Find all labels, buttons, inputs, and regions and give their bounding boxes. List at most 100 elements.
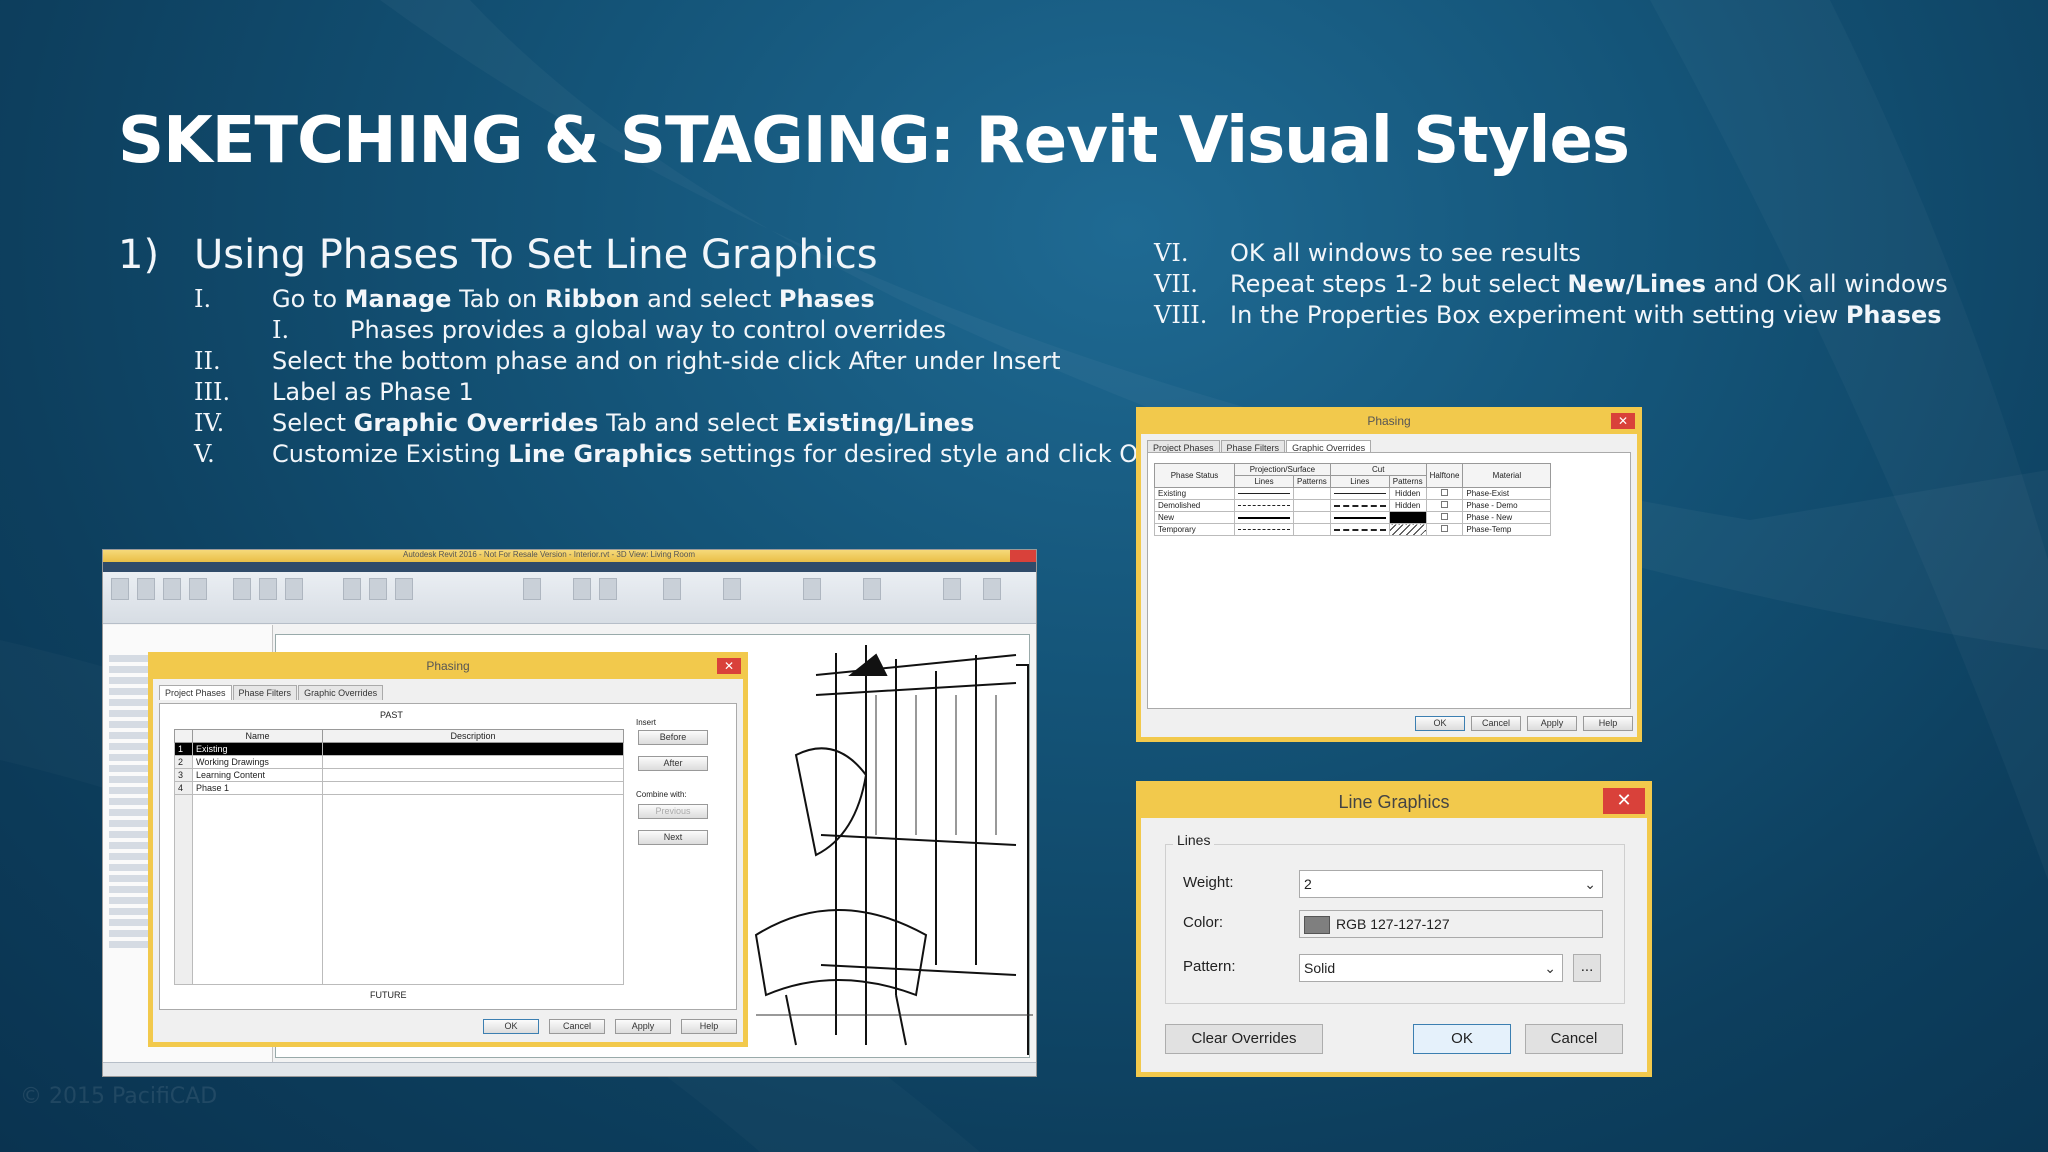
- table-row[interactable]: Temporary Phase-Temp: [1154, 523, 1552, 536]
- cancel-button[interactable]: Cancel: [549, 1019, 605, 1034]
- revit-ribbon: [103, 562, 1036, 624]
- ribbon-tool-icon[interactable]: [189, 578, 207, 600]
- revit-close-icon[interactable]: [1010, 550, 1036, 562]
- help-button[interactable]: Help: [1583, 716, 1633, 731]
- future-label: FUTURE: [370, 990, 407, 1000]
- step-number: VIII.: [1154, 301, 1208, 329]
- table-row[interactable]: 4 Phase 1: [174, 781, 624, 795]
- diagonal-hatch-pattern[interactable]: [1388, 523, 1427, 536]
- graphic-overrides-panel: Phase Status Projection/Surface Cut Half…: [1147, 452, 1631, 709]
- phasing-dialog-project-phases: Phasing ✕ Project Phases Phase Filters G…: [148, 652, 748, 1047]
- halftone-checkbox[interactable]: [1440, 513, 1448, 520]
- ribbon-tool-icon[interactable]: [395, 578, 413, 600]
- step-number: I.: [272, 316, 290, 344]
- table-empty-area: [174, 794, 624, 985]
- lines-group-label: Lines: [1173, 832, 1215, 848]
- step-number: V.: [194, 440, 215, 468]
- color-button[interactable]: RGB 127-127-127: [1299, 910, 1603, 938]
- step-number: VI.: [1154, 239, 1189, 267]
- line-sample[interactable]: [1329, 511, 1390, 524]
- table-row[interactable]: New Phase - New: [1154, 511, 1552, 524]
- ribbon-tool-icon[interactable]: [259, 578, 277, 600]
- ribbon-tool-icon[interactable]: [943, 578, 961, 600]
- halftone-checkbox[interactable]: [1440, 525, 1448, 532]
- close-icon[interactable]: ✕: [717, 658, 741, 674]
- step-text: Repeat steps 1-2 but select New/Lines an…: [1230, 270, 1948, 298]
- table-row[interactable]: 1 Existing: [174, 742, 624, 756]
- ribbon-tool-icon[interactable]: [343, 578, 361, 600]
- table-row[interactable]: Demolished Hidden Phase - Demo: [1154, 499, 1552, 512]
- step-number: I.: [194, 285, 212, 313]
- halftone-checkbox[interactable]: [1440, 501, 1448, 508]
- close-icon[interactable]: ✕: [1611, 413, 1635, 429]
- tab-graphic-overrides[interactable]: Graphic Overrides: [298, 685, 384, 700]
- ribbon-tool-icon[interactable]: [369, 578, 387, 600]
- previous-button[interactable]: Previous: [638, 804, 708, 819]
- revit-status-bar: [103, 1062, 1036, 1076]
- ok-button[interactable]: OK: [483, 1019, 539, 1034]
- ok-button[interactable]: OK: [1415, 716, 1465, 731]
- cancel-button[interactable]: Cancel: [1525, 1024, 1623, 1054]
- ribbon-phases-icon[interactable]: [523, 578, 541, 600]
- steps-left: 1) Using Phases To Set Line Graphics I. …: [118, 232, 1154, 470]
- color-swatch: [1304, 916, 1330, 935]
- line-sample[interactable]: [1234, 499, 1294, 512]
- pattern-select[interactable]: Solid ⌄: [1299, 954, 1563, 982]
- after-button[interactable]: After: [638, 756, 708, 771]
- cancel-button[interactable]: Cancel: [1471, 716, 1521, 731]
- tab-bar: Project Phases Phase Filters Graphic Ove…: [159, 685, 737, 700]
- tab-phase-filters[interactable]: Phase Filters: [232, 685, 298, 700]
- column-header-description: Description: [322, 729, 624, 743]
- step-number: III.: [194, 378, 231, 406]
- step-number: IV.: [194, 409, 225, 437]
- ribbon-tool-icon[interactable]: [863, 578, 881, 600]
- combine-label: Combine with:: [636, 790, 687, 799]
- ribbon-tool-icon[interactable]: [573, 578, 591, 600]
- ribbon-tool-icon[interactable]: [137, 578, 155, 600]
- line-sample[interactable]: [1234, 523, 1294, 536]
- solid-fill-pattern[interactable]: [1388, 511, 1427, 524]
- line-sample[interactable]: [1234, 487, 1294, 500]
- revit-window-title: Autodesk Revit 2016 - Not For Resale Ver…: [403, 550, 695, 559]
- ribbon-tool-icon[interactable]: [233, 578, 251, 600]
- close-icon[interactable]: ✕: [1603, 788, 1645, 814]
- step-item: IV. Select Graphic Overrides Tab and sel…: [194, 408, 1154, 439]
- apply-button[interactable]: Apply: [615, 1019, 671, 1034]
- line-sample[interactable]: [1234, 511, 1294, 524]
- halftone-checkbox[interactable]: [1440, 489, 1448, 496]
- line-sample[interactable]: [1329, 499, 1390, 512]
- ribbon-tool-icon[interactable]: [163, 578, 181, 600]
- ribbon-tool-icon[interactable]: [723, 578, 741, 600]
- table-row[interactable]: 2 Working Drawings: [174, 755, 624, 769]
- step-item: VIII. In the Properties Box experiment w…: [1154, 300, 1948, 331]
- table-row[interactable]: 3 Learning Content: [174, 768, 624, 782]
- dialog-title: Phasing ✕: [153, 657, 743, 679]
- ribbon-tool-icon[interactable]: [285, 578, 303, 600]
- ribbon-tool-icon[interactable]: [983, 578, 1001, 600]
- line-sample[interactable]: [1329, 487, 1390, 500]
- tab-project-phases[interactable]: Project Phases: [159, 685, 232, 700]
- step-text: In the Properties Box experiment with se…: [1230, 301, 1942, 329]
- step-number: VII.: [1154, 270, 1198, 298]
- past-label: PAST: [380, 710, 403, 720]
- pattern-browse-button[interactable]: ...: [1573, 954, 1601, 982]
- column-header-projection: Projection/Surface: [1234, 463, 1331, 476]
- line-graphics-dialog: Line Graphics ✕ Lines Weight: 2 ⌄ Color:…: [1136, 781, 1652, 1077]
- apply-button[interactable]: Apply: [1527, 716, 1577, 731]
- table-row[interactable]: Existing Hidden Phase-Exist: [1154, 487, 1552, 500]
- weight-select[interactable]: 2 ⌄: [1299, 870, 1603, 898]
- substep-item: I. Phases provides a global way to contr…: [272, 315, 1154, 346]
- insert-label: Insert: [636, 718, 657, 727]
- ribbon-tool-icon[interactable]: [599, 578, 617, 600]
- help-button[interactable]: Help: [681, 1019, 737, 1034]
- ribbon-modify-icon[interactable]: [111, 578, 129, 600]
- ribbon-tool-icon[interactable]: [803, 578, 821, 600]
- line-sample[interactable]: [1329, 523, 1390, 536]
- ribbon-tool-icon[interactable]: [663, 578, 681, 600]
- step-text: Customize Existing Line Graphics setting…: [272, 440, 1154, 468]
- before-button[interactable]: Before: [638, 730, 708, 745]
- clear-overrides-button[interactable]: Clear Overrides: [1165, 1024, 1323, 1054]
- copyright-watermark: © 2015 PacifiCAD: [20, 1084, 218, 1109]
- ok-button[interactable]: OK: [1413, 1024, 1511, 1054]
- next-button[interactable]: Next: [638, 830, 708, 845]
